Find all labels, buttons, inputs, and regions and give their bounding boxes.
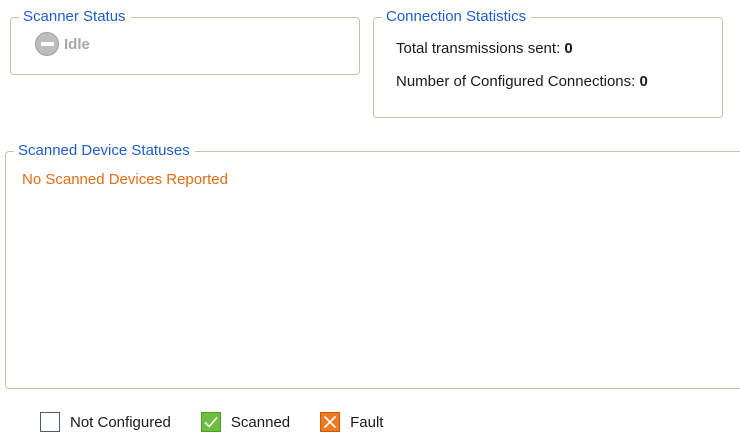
total-transmissions-line: Total transmissions sent: 0 [396, 40, 573, 57]
legend-label-fault: Fault [350, 413, 384, 431]
status-legend: Not Configured Scanned Fault [40, 412, 383, 432]
scanner-status-row: Idle [35, 32, 90, 56]
scanned-device-statuses-title: Scanned Device Statuses [14, 142, 195, 160]
scanner-state-text: Idle [64, 35, 90, 53]
legend-item-fault: Fault [320, 412, 383, 432]
total-transmissions-label: Total transmissions sent: [396, 40, 561, 57]
scanner-status-title: Scanner Status [19, 8, 131, 26]
no-devices-message: No Scanned Devices Reported [22, 171, 228, 188]
configured-connections-line: Number of Configured Connections: 0 [396, 73, 648, 90]
configured-connections-label: Number of Configured Connections: [396, 73, 636, 90]
configured-connections-value: 0 [639, 73, 648, 90]
minus-circle-icon [35, 32, 59, 56]
x-mark-icon [320, 412, 341, 432]
scanner-status-group: Scanner Status Idle [10, 8, 360, 75]
checkmark-icon [200, 412, 221, 432]
legend-label-scanned: Scanned [230, 413, 291, 431]
legend-item-not-configured: Not Configured [40, 412, 171, 432]
scanned-device-statuses-group: Scanned Device Statuses No Scanned Devic… [5, 142, 740, 389]
legend-label-not-configured: Not Configured [70, 413, 171, 431]
connection-statistics-title: Connection Statistics [382, 8, 532, 26]
connection-statistics-group: Connection Statistics Total transmission… [373, 8, 723, 118]
total-transmissions-value: 0 [564, 40, 573, 57]
legend-item-scanned: Scanned [200, 412, 291, 432]
empty-box-icon [40, 412, 60, 432]
